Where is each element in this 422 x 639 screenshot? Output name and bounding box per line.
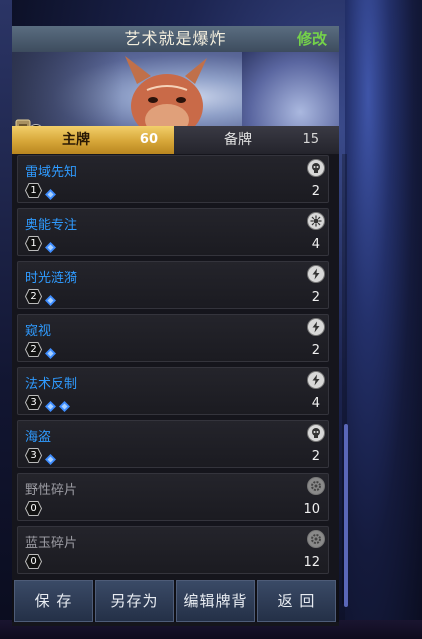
skull-icon xyxy=(307,159,325,177)
edit-card-back-button[interactable]: 编辑牌背 xyxy=(176,580,255,622)
lightning-icon xyxy=(307,265,325,283)
deck-tabs: 主牌 60 备牌 15 xyxy=(12,126,339,154)
card-copies-count: 10 xyxy=(303,502,320,517)
lightning-icon xyxy=(307,318,325,336)
background-left xyxy=(0,0,12,639)
card-row[interactable]: 法术反制 3 4 xyxy=(17,367,329,415)
card-list: 雷域先知 1 2 奥能专注 1 4 时光涟漪 2 2 窥视 2 2 法术反制 3 4 海盗 3 2 野性碎片 0 10 蓝… xyxy=(12,154,339,604)
card-name: 野性碎片 xyxy=(25,483,78,498)
mana-cost-value: 0 xyxy=(30,556,37,567)
mana-cost-value: 3 xyxy=(30,450,37,461)
mana-cost-value: 3 xyxy=(30,397,37,408)
bottom-toolbar: 保 存 另存为 编辑牌背 返 回 xyxy=(12,580,339,622)
deck-title: 艺术就是爆炸 xyxy=(124,29,227,48)
blue-mana-icon xyxy=(45,185,56,200)
tab-main-label: 主牌 xyxy=(62,132,90,148)
card-name: 雷域先知 xyxy=(25,165,78,180)
mana-cost-hex: 3 xyxy=(25,448,42,463)
tab-side-label: 备牌 xyxy=(224,132,252,148)
back-button[interactable]: 返 回 xyxy=(257,580,336,622)
card-row[interactable]: 雷域先知 1 2 xyxy=(17,155,329,203)
mana-cost-value: 2 xyxy=(30,291,37,302)
save-as-button[interactable]: 另存为 xyxy=(95,580,174,622)
mana-cost-hex: 1 xyxy=(25,183,42,198)
mana-cost-hex: 2 xyxy=(25,289,42,304)
card-copies-count: 12 xyxy=(303,555,320,570)
save-button[interactable]: 保 存 xyxy=(14,580,93,622)
gear-icon xyxy=(307,530,325,548)
blue-mana-icon xyxy=(45,238,56,253)
card-row[interactable]: 海盗 3 2 xyxy=(17,420,329,468)
card-row[interactable]: 蓝玉碎片 0 12 xyxy=(17,526,329,574)
tab-sideboard[interactable]: 备牌 15 xyxy=(174,126,339,154)
skull-icon xyxy=(307,424,325,442)
mana-cost-value: 1 xyxy=(30,185,37,196)
card-name: 海盗 xyxy=(25,430,52,445)
tab-main-count: 60 xyxy=(139,132,158,147)
card-copies-count: 4 xyxy=(311,396,320,411)
deck-header: 艺术就是爆炸 修改 xyxy=(12,26,339,52)
card-copies-count: 2 xyxy=(311,290,320,305)
gear-icon xyxy=(307,477,325,495)
deck-panel: 艺术就是爆炸 修改 0 主牌 60 备牌 15 雷域先知 xyxy=(12,26,348,626)
card-name: 蓝玉碎片 xyxy=(25,536,78,551)
card-copies-count: 4 xyxy=(311,237,320,252)
blue-mana-icon xyxy=(45,344,56,359)
mana-cost-value: 0 xyxy=(30,503,37,514)
blue-mana-icon xyxy=(45,291,56,306)
card-name: 法术反制 xyxy=(25,377,78,392)
lightning-icon xyxy=(307,371,325,389)
background-art xyxy=(345,0,422,639)
tab-main-deck[interactable]: 主牌 60 xyxy=(12,126,174,154)
card-copies-count: 2 xyxy=(311,343,320,358)
card-row[interactable]: 奥能专注 1 4 xyxy=(17,208,329,256)
card-copies-count: 2 xyxy=(311,449,320,464)
mana-cost-hex: 2 xyxy=(25,342,42,357)
mana-cost-value: 1 xyxy=(30,238,37,249)
blue-mana-icon xyxy=(45,397,56,412)
card-row[interactable]: 时光涟漪 2 2 xyxy=(17,261,329,309)
scrollbar-thumb[interactable] xyxy=(344,424,348,607)
card-name: 时光涟漪 xyxy=(25,271,78,286)
blue-mana-icon xyxy=(59,397,70,412)
mana-cost-hex: 0 xyxy=(25,554,42,569)
mana-cost-hex: 3 xyxy=(25,395,42,410)
card-name: 窥视 xyxy=(25,324,52,339)
edit-deck-name-button[interactable]: 修改 xyxy=(297,26,327,52)
mana-cost-hex: 1 xyxy=(25,236,42,251)
card-copies-count: 2 xyxy=(311,184,320,199)
mana-cost-hex: 0 xyxy=(25,501,42,516)
mana-cost-value: 2 xyxy=(30,344,37,355)
card-row[interactable]: 野性碎片 0 10 xyxy=(17,473,329,521)
card-name: 奥能专注 xyxy=(25,218,78,233)
starburst-icon xyxy=(307,212,325,230)
blue-mana-icon xyxy=(45,450,56,465)
tab-side-count: 15 xyxy=(302,132,319,147)
card-row[interactable]: 窥视 2 2 xyxy=(17,314,329,362)
